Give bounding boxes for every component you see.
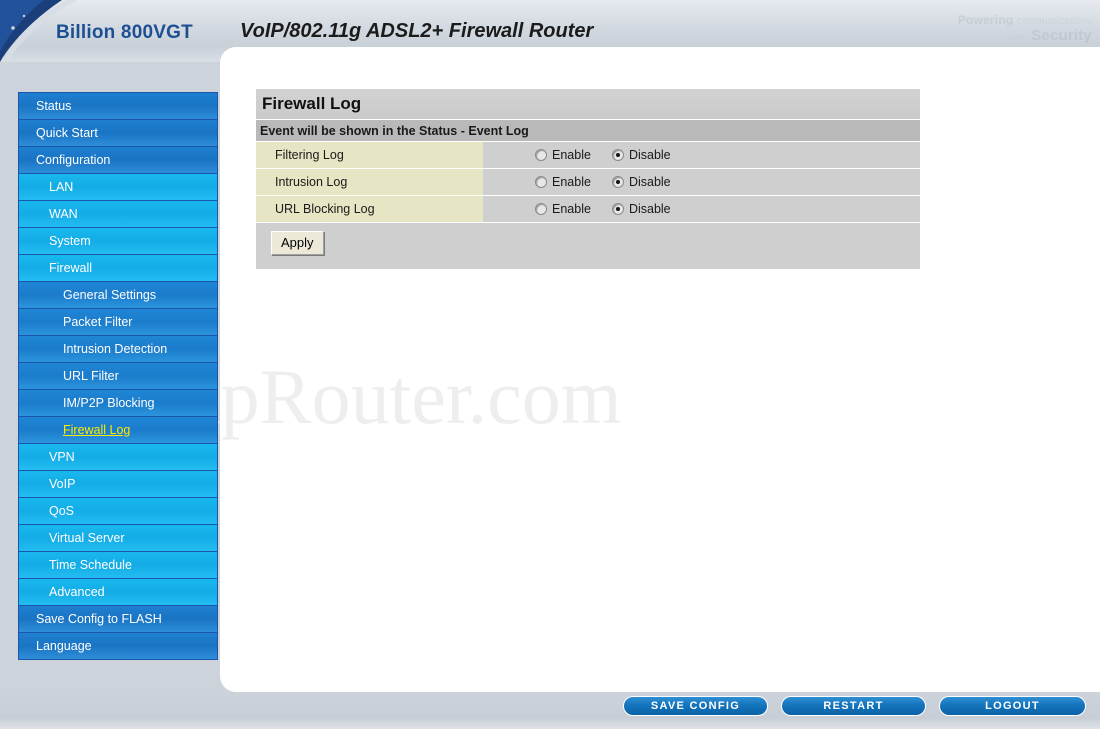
log-option-label: Filtering Log <box>256 142 483 168</box>
sidebar-nav: Status Quick Start Configuration LAN WAN Syst… <box>18 92 218 660</box>
sidebar-item-vpn[interactable]: VPN <box>19 444 217 471</box>
bottom-action-bar: SAVE CONFIG RESTART LOGOUT <box>0 692 1100 729</box>
radio-disable[interactable] <box>611 203 624 215</box>
save-config-button[interactable]: SAVE CONFIG <box>623 696 768 716</box>
sidebar-item-label: QoS <box>49 504 75 518</box>
sidebar-item-status[interactable]: Status <box>19 93 217 120</box>
sidebar-item-label: Quick Start <box>36 126 98 140</box>
log-option-row: URL Blocking Log Enable Disable <box>256 195 920 222</box>
sidebar-item-label: Virtual Server <box>49 531 125 545</box>
sidebar-item-system[interactable]: System <box>19 228 217 255</box>
apply-button[interactable]: Apply <box>271 231 324 255</box>
form-actions: Apply <box>256 222 920 269</box>
sidebar-item-im-p2p-blocking[interactable]: IM/P2P Blocking <box>19 390 217 417</box>
router-admin-page: Billion 800VGT VoIP/802.11g ADSL2+ Firew… <box>0 0 1100 729</box>
radio-enable[interactable] <box>535 176 547 188</box>
sidebar-item-label: LAN <box>49 180 74 194</box>
sidebar-item-voip[interactable]: VoIP <box>19 471 217 498</box>
sidebar-item-qos[interactable]: QoS <box>19 498 217 525</box>
sidebar-item-label: VoIP <box>49 477 76 491</box>
section-subtitle: Event will be shown in the Status - Even… <box>256 119 920 141</box>
sidebar-item-lan[interactable]: LAN <box>19 174 217 201</box>
radio-enable-label[interactable]: Enable <box>552 169 591 195</box>
radio-disable-label[interactable]: Disable <box>629 142 671 168</box>
radio-enable[interactable] <box>535 149 547 161</box>
firewall-log-form: Firewall Log Event will be shown in the … <box>256 89 920 269</box>
vendor-tagline: Powering communications with Security <box>958 14 1092 43</box>
sidebar-item-firewall[interactable]: Firewall <box>19 255 217 282</box>
sidebar-item-label: VPN <box>49 450 75 464</box>
log-option-row: Intrusion Log Enable Disable <box>256 168 920 195</box>
log-options-list: Filtering Log Enable Disable Intrusion Log E… <box>256 141 920 222</box>
sidebar-item-label: Time Schedule <box>49 558 132 572</box>
sidebar-item-label: Save Config to FLASH <box>36 612 162 626</box>
page-title: VoIP/802.11g ADSL2+ Firewall Router <box>240 20 594 42</box>
sidebar-item-label: Intrusion Detection <box>63 342 168 356</box>
sidebar-item-configuration[interactable]: Configuration <box>19 147 217 174</box>
restart-button[interactable]: RESTART <box>781 696 926 716</box>
sidebar-item-label: System <box>49 234 91 248</box>
sidebar-item-general-settings[interactable]: General Settings <box>19 282 217 309</box>
radio-enable[interactable] <box>535 203 547 215</box>
radio-disable-label[interactable]: Disable <box>629 196 671 222</box>
radio-disable[interactable] <box>611 149 624 161</box>
sidebar-item-label: Configuration <box>36 153 111 167</box>
tagline-powering: Powering <box>957 13 1014 27</box>
radio-disable[interactable] <box>611 176 624 188</box>
log-option-radio-group: Enable Disable <box>483 142 920 168</box>
sidebar-item-label: Packet Filter <box>63 315 133 329</box>
logout-button[interactable]: LOGOUT <box>939 696 1086 716</box>
sidebar-item-label: Firewall <box>49 261 93 275</box>
sidebar-item-wan[interactable]: WAN <box>19 201 217 228</box>
tagline-security: Security <box>1031 27 1092 44</box>
sidebar-item-url-filter[interactable]: URL Filter <box>19 363 217 390</box>
sidebar-item-intrusion-detection[interactable]: Intrusion Detection <box>19 336 217 363</box>
sidebar-item-label: URL Filter <box>63 369 119 383</box>
section-title: Firewall Log <box>256 89 920 119</box>
tagline-communications: communications <box>1016 16 1092 27</box>
sidebar-item-save-config-to-flash[interactable]: Save Config to FLASH <box>19 606 217 633</box>
tagline-with: with <box>1010 32 1027 42</box>
sidebar-item-advanced[interactable]: Advanced <box>19 579 217 606</box>
log-option-label: URL Blocking Log <box>256 196 483 222</box>
sidebar-item-label: General Settings <box>63 288 157 302</box>
log-option-radio-group: Enable Disable <box>483 169 920 195</box>
sidebar-item-virtual-server[interactable]: Virtual Server <box>19 525 217 552</box>
sidebar-item-label: IM/P2P Blocking <box>63 396 155 410</box>
sidebar-item-label: Advanced <box>49 585 105 599</box>
sidebar-item-label: Status <box>36 99 72 113</box>
sidebar-item-label: WAN <box>49 207 78 221</box>
sidebar-item-quick-start[interactable]: Quick Start <box>19 120 217 147</box>
log-option-row: Filtering Log Enable Disable <box>256 141 920 168</box>
log-option-radio-group: Enable Disable <box>483 196 920 222</box>
sidebar-item-time-schedule[interactable]: Time Schedule <box>19 552 217 579</box>
radio-disable-label[interactable]: Disable <box>629 169 671 195</box>
radio-enable-label[interactable]: Enable <box>552 196 591 222</box>
sidebar-item-label: Firewall Log <box>63 423 131 437</box>
brand-name: Billion 800VGT <box>56 22 193 43</box>
sidebar-item-firewall-log[interactable]: Firewall Log <box>19 417 217 444</box>
sidebar-item-packet-filter[interactable]: Packet Filter <box>19 309 217 336</box>
log-option-label: Intrusion Log <box>256 169 483 195</box>
sidebar-item-language[interactable]: Language <box>19 633 217 660</box>
radio-enable-label[interactable]: Enable <box>552 142 591 168</box>
sidebar-item-label: Language <box>36 639 92 653</box>
